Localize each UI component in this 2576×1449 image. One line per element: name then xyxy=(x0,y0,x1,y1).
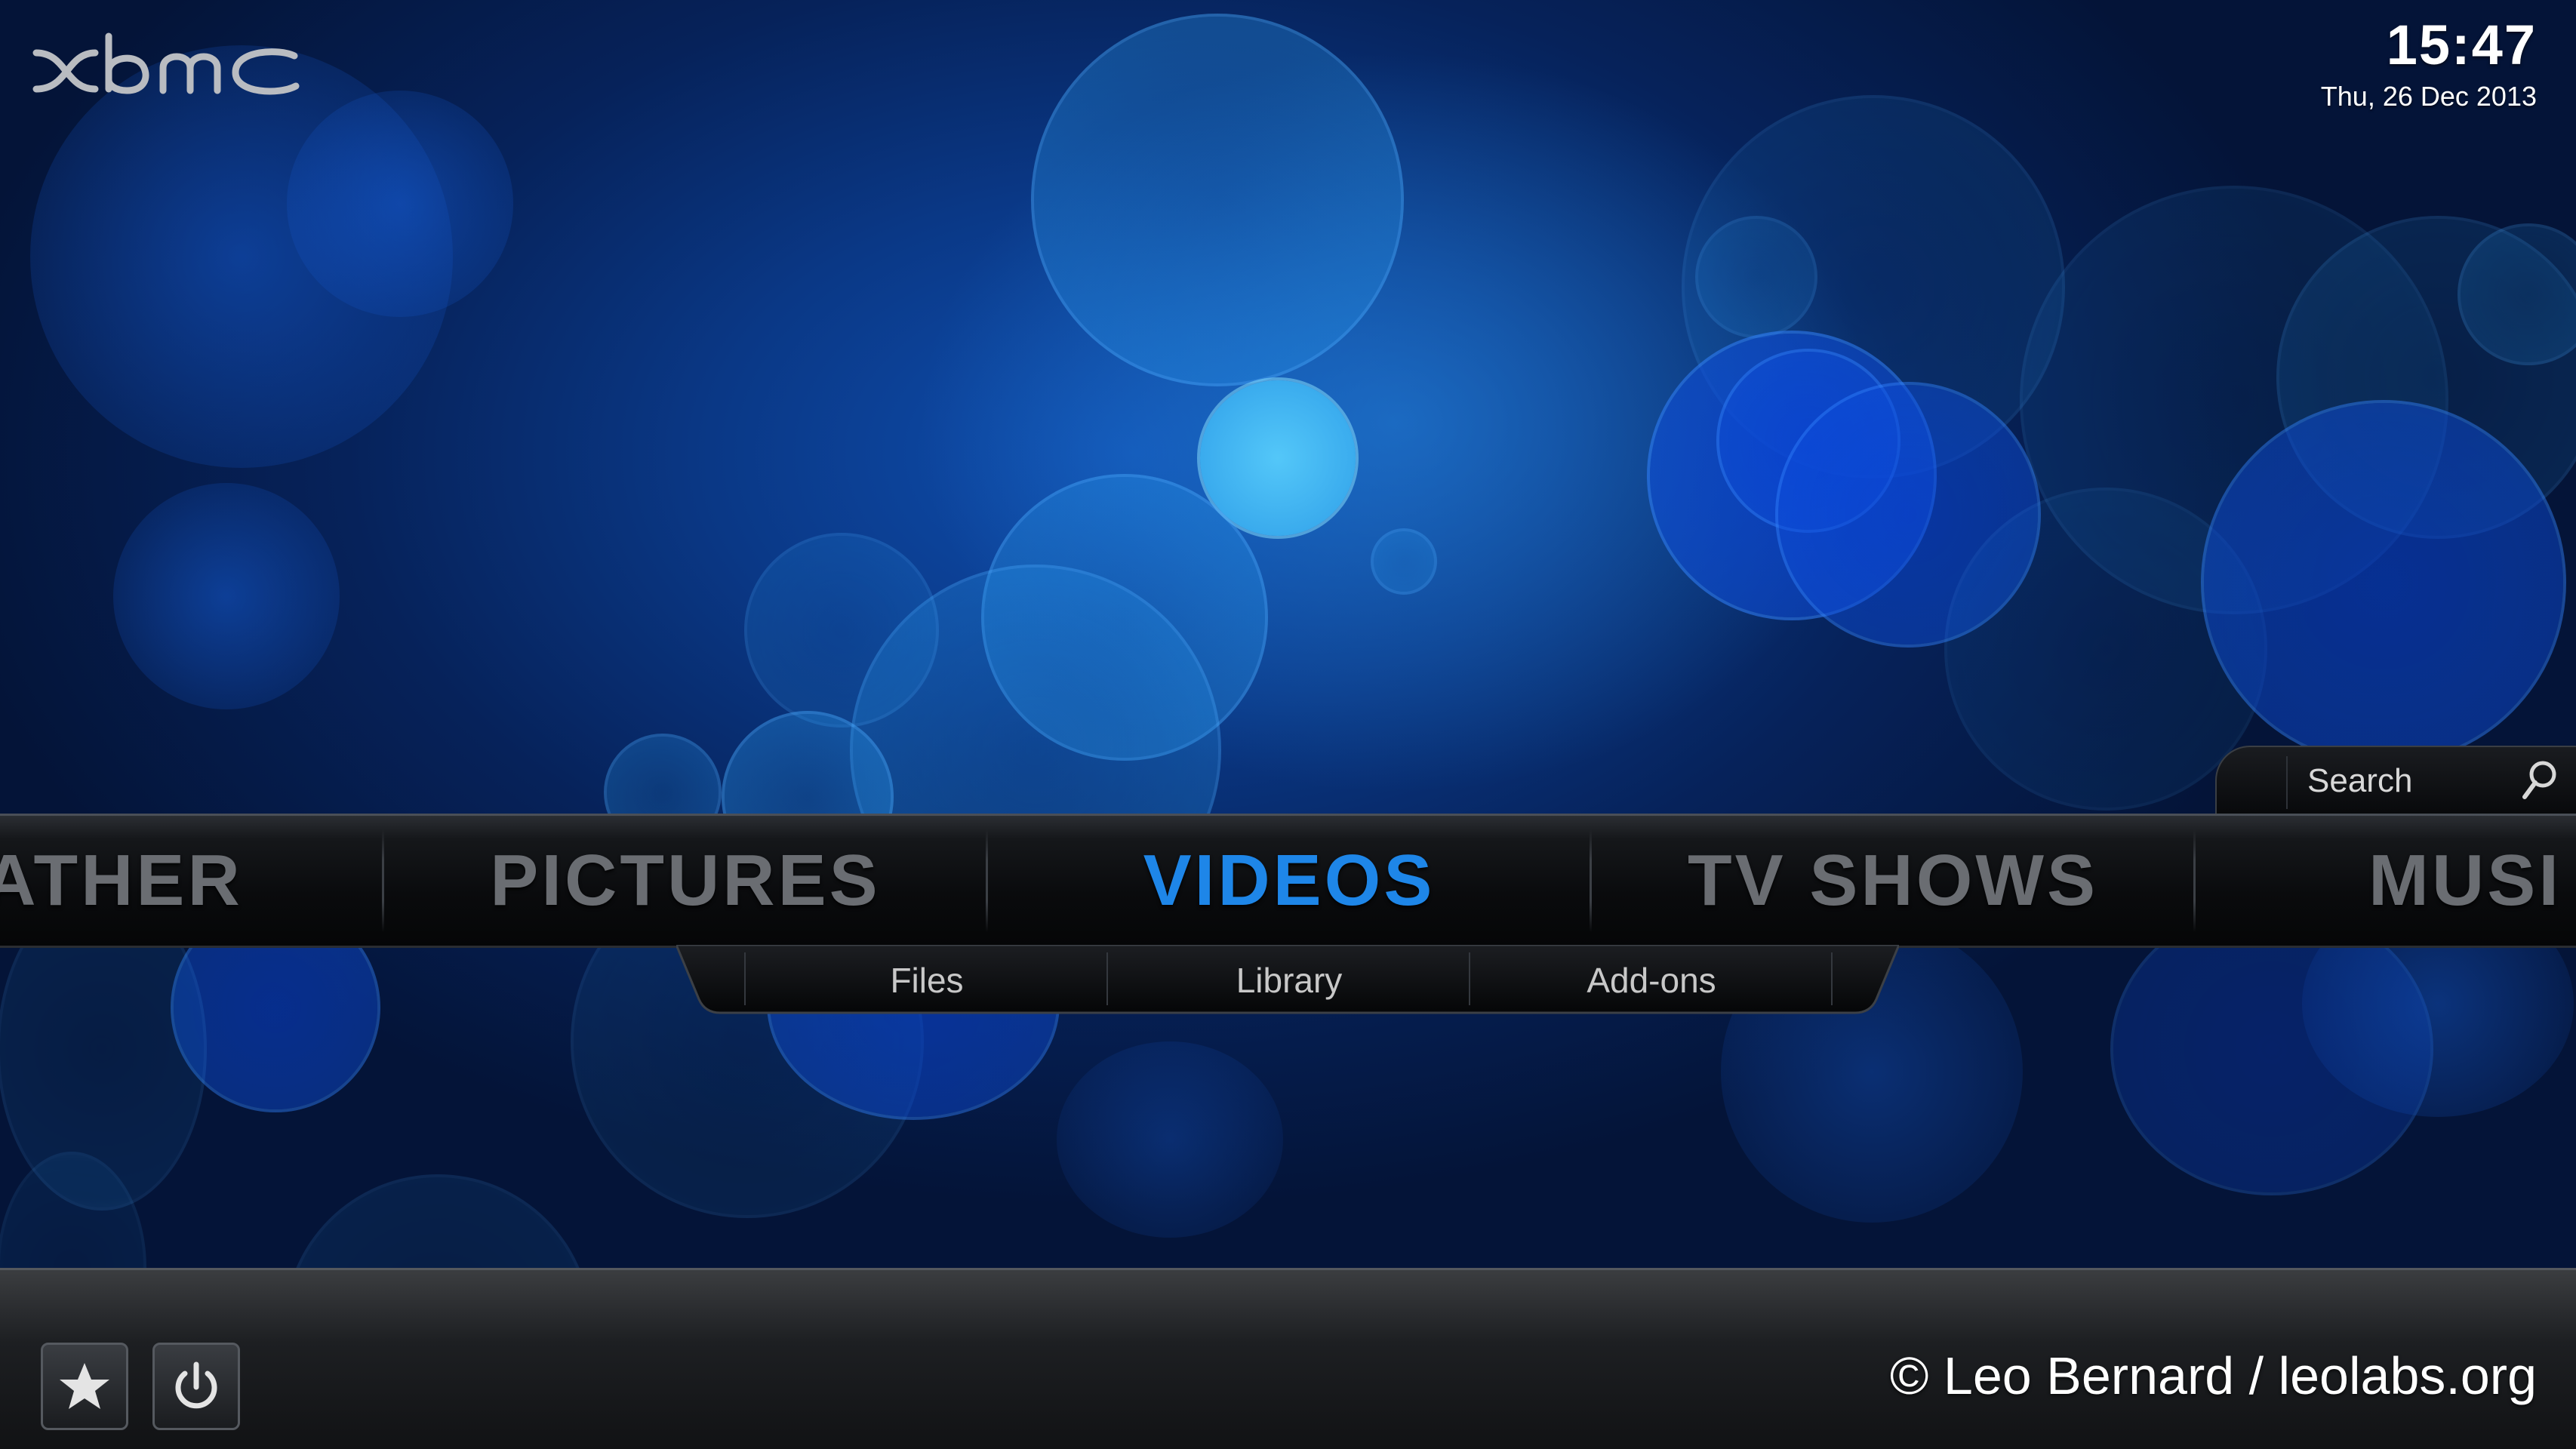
main-menu: ATHER PICTURES VIDEOS TV SHOWS MUSI xyxy=(0,814,2576,948)
power-icon xyxy=(175,1361,217,1409)
xbmc-home-screen: xbmc 15:47 Thu, 26 Dec 2013 Search ATH xyxy=(0,0,2576,1449)
main-menu-item-pictures[interactable]: PICTURES xyxy=(383,816,987,946)
search-label: Search xyxy=(2307,762,2413,799)
sub-menu-separator xyxy=(1831,952,1833,1005)
main-menu-item-weather[interactable]: ATHER xyxy=(0,816,415,946)
sub-menu-item-add-ons[interactable]: Add-ons xyxy=(1470,945,1833,1016)
search-divider xyxy=(2286,756,2288,809)
search-icon xyxy=(2522,761,2556,799)
power-button[interactable] xyxy=(152,1343,240,1430)
main-menu-item-videos[interactable]: VIDEOS xyxy=(987,816,1591,946)
search-button[interactable]: Search xyxy=(2215,746,2576,815)
star-icon xyxy=(60,1363,109,1409)
credit-text: © Leo Bernard / leolabs.org xyxy=(1889,1346,2537,1405)
favourites-button[interactable] xyxy=(41,1343,128,1430)
sub-menu-item-files[interactable]: Files xyxy=(746,945,1108,1016)
clock-time: 15:47 xyxy=(2386,14,2537,76)
sub-menu-item-library[interactable]: Library xyxy=(1108,945,1470,1016)
main-menu-item-music[interactable]: MUSI xyxy=(2195,816,2576,946)
xbmc-logo: xbmc xyxy=(32,32,300,95)
bottom-bar: © Leo Bernard / leolabs.org xyxy=(0,1268,2576,1449)
clock: 15:47 Thu, 26 Dec 2013 xyxy=(2321,9,2537,112)
sub-menu: Files Library Add-ons xyxy=(676,945,1899,1016)
main-menu-item-tv-shows[interactable]: TV SHOWS xyxy=(1591,816,2195,946)
clock-date: Thu, 26 Dec 2013 xyxy=(2320,81,2537,112)
